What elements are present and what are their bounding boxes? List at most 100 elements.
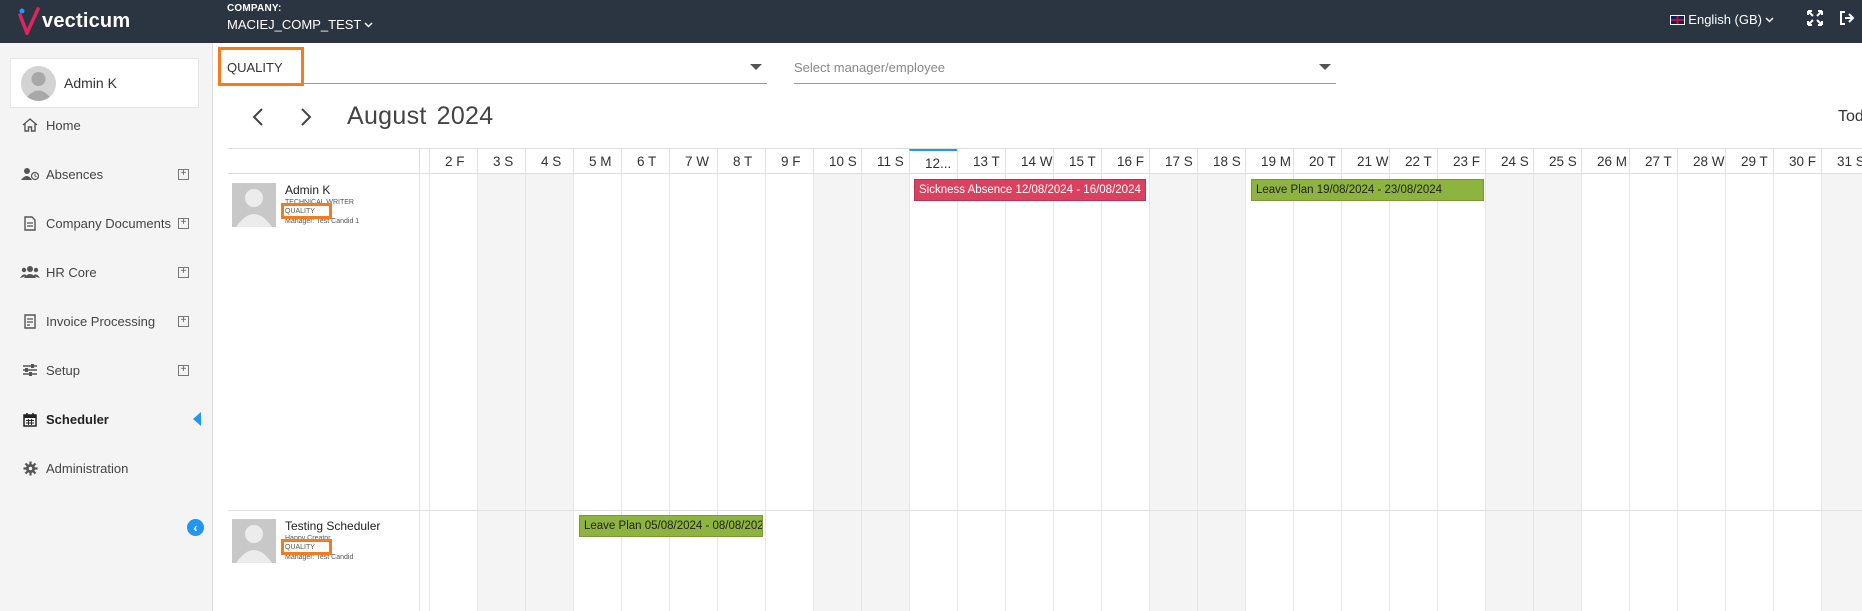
caret-down-icon[interactable] (1319, 64, 1331, 70)
event-leave-plan[interactable]: Leave Plan 05/08/2024 - 08/08/2024 (579, 515, 763, 537)
sidebar-item-scheduler[interactable]: Scheduler (0, 404, 213, 434)
day-column[interactable] (1101, 174, 1149, 611)
day-header: 24 S (1485, 149, 1533, 175)
event-label: Leave Plan 19/08/2024 - 23/08/2024 (1256, 184, 1443, 196)
day-column[interactable] (957, 174, 1005, 611)
active-indicator-icon (193, 412, 201, 426)
company-name: MACIEJ_COMP_TEST (227, 17, 362, 32)
day-header: 2 F (429, 149, 477, 175)
calendar-icon (20, 412, 40, 427)
day-column[interactable] (429, 174, 477, 611)
logout-icon[interactable] (1839, 10, 1855, 31)
event-label: Sickness Absence 12/08/2024 - 16/08/2024 (919, 184, 1141, 196)
resource-name: Testing Scheduler (285, 519, 381, 533)
sidebar-item-invoice-processing[interactable]: Invoice Processing + (0, 306, 213, 336)
day-column[interactable] (909, 174, 957, 611)
user-card[interactable]: Admin K (10, 58, 199, 108)
day-column[interactable] (1197, 174, 1245, 611)
caret-down-icon[interactable] (750, 64, 762, 70)
event-sickness-absence[interactable]: Sickness Absence 12/08/2024 - 16/08/2024 (914, 179, 1146, 201)
document-icon (20, 215, 40, 231)
day-column[interactable] (1053, 174, 1101, 611)
day-header: 13 T (957, 149, 1005, 175)
day-column[interactable] (1005, 174, 1053, 611)
company-caption: COMPANY: (227, 3, 282, 14)
expand-icon[interactable]: + (178, 217, 189, 229)
expand-icon[interactable]: + (178, 315, 189, 327)
day-header: 27 T (1629, 149, 1677, 175)
sidebar-item-company-documents[interactable]: Company Documents + (0, 208, 213, 238)
sidebar: Admin K Home Absences + Company Document… (0, 43, 213, 611)
expand-icon[interactable]: + (178, 266, 189, 278)
day-header: 31 S (1821, 149, 1862, 175)
department-filter[interactable]: QUALITY (227, 60, 767, 84)
day-column[interactable] (861, 174, 909, 611)
day-header: 6 T (621, 149, 669, 175)
top-bar: vecticum COMPANY: MACIEJ_COMP_TEST Engli… (0, 0, 1862, 43)
sidebar-item-label: HR Core (46, 264, 97, 280)
sidebar-item-home[interactable]: Home (0, 110, 213, 140)
sidebar-item-label: Scheduler (46, 411, 109, 427)
day-column[interactable] (419, 174, 429, 611)
language-label: English (GB) (1688, 12, 1762, 27)
resource-manager: Manager: Test Candid 1 (285, 218, 360, 225)
today-button[interactable]: Tod (1838, 108, 1862, 126)
day-column[interactable] (525, 174, 573, 611)
fullscreen-icon[interactable] (1807, 10, 1823, 31)
event-leave-plan[interactable]: Leave Plan 19/08/2024 - 23/08/2024 (1251, 179, 1484, 201)
day-column[interactable] (1149, 174, 1197, 611)
day-column[interactable] (573, 174, 621, 611)
day-column[interactable] (1437, 174, 1485, 611)
day-column[interactable] (1389, 174, 1437, 611)
highlight-box (281, 203, 332, 219)
prev-month-button[interactable] (252, 107, 264, 132)
day-column[interactable] (1293, 174, 1341, 611)
day-column[interactable] (1629, 174, 1677, 611)
resource-manager: Manager: Test Candid (285, 554, 354, 561)
day-header: 5 M (573, 149, 621, 175)
day-column[interactable] (477, 174, 525, 611)
highlight-box (218, 47, 304, 86)
highlight-box (281, 539, 332, 555)
day-column[interactable] (669, 174, 717, 611)
day-column[interactable] (1821, 174, 1862, 611)
invoice-icon (20, 313, 40, 329)
day-column[interactable] (1677, 174, 1725, 611)
day-header: 4 S (525, 149, 573, 175)
day-column[interactable] (813, 174, 861, 611)
brand-logo[interactable]: vecticum (18, 6, 130, 36)
day-column[interactable] (717, 174, 765, 611)
sidebar-item-hr-core[interactable]: HR Core + (0, 257, 213, 287)
brand-name: vecticum (42, 9, 131, 32)
day-column[interactable] (765, 174, 813, 611)
timeline-header: 2 F3 S4 S5 M6 T7 W8 T9 F 10 S 11 S 12... 13 … (228, 148, 1862, 175)
language-selector[interactable]: English (GB) (1670, 12, 1774, 27)
day-column[interactable] (621, 174, 669, 611)
day-column[interactable] (1581, 174, 1629, 611)
day-header: 3 S (477, 149, 525, 175)
expand-icon[interactable]: + (178, 364, 189, 376)
sidebar-item-absences[interactable]: Absences + (0, 159, 213, 189)
sidebar-item-administration[interactable]: Administration (0, 453, 213, 483)
day-header: 21 W (1341, 149, 1389, 175)
sliders-icon (20, 363, 40, 377)
user-clock-icon (20, 167, 40, 181)
day-column[interactable] (1341, 174, 1389, 611)
company-selector[interactable]: COMPANY: MACIEJ_COMP_TEST (227, 3, 373, 32)
manager-employee-filter[interactable]: Select manager/employee (794, 60, 1336, 84)
manager-filter-placeholder: Select manager/employee (794, 60, 946, 75)
next-month-button[interactable] (300, 107, 312, 132)
collapse-sidebar-button[interactable]: ‹ (187, 519, 204, 536)
day-column[interactable] (1725, 174, 1773, 611)
day-column[interactable] (1485, 174, 1533, 611)
day-column[interactable] (1533, 174, 1581, 611)
day-column[interactable] (1245, 174, 1293, 611)
expand-icon[interactable]: + (178, 168, 189, 180)
sidebar-item-label: Home (46, 117, 81, 133)
day-column[interactable] (1773, 174, 1821, 611)
day-header: 16 F (1101, 149, 1149, 175)
sidebar-item-setup[interactable]: Setup + (0, 355, 213, 385)
day-header: 14 W (1005, 149, 1053, 175)
day-header: 20 T (1293, 149, 1341, 175)
day-header: 26 M (1581, 149, 1629, 175)
